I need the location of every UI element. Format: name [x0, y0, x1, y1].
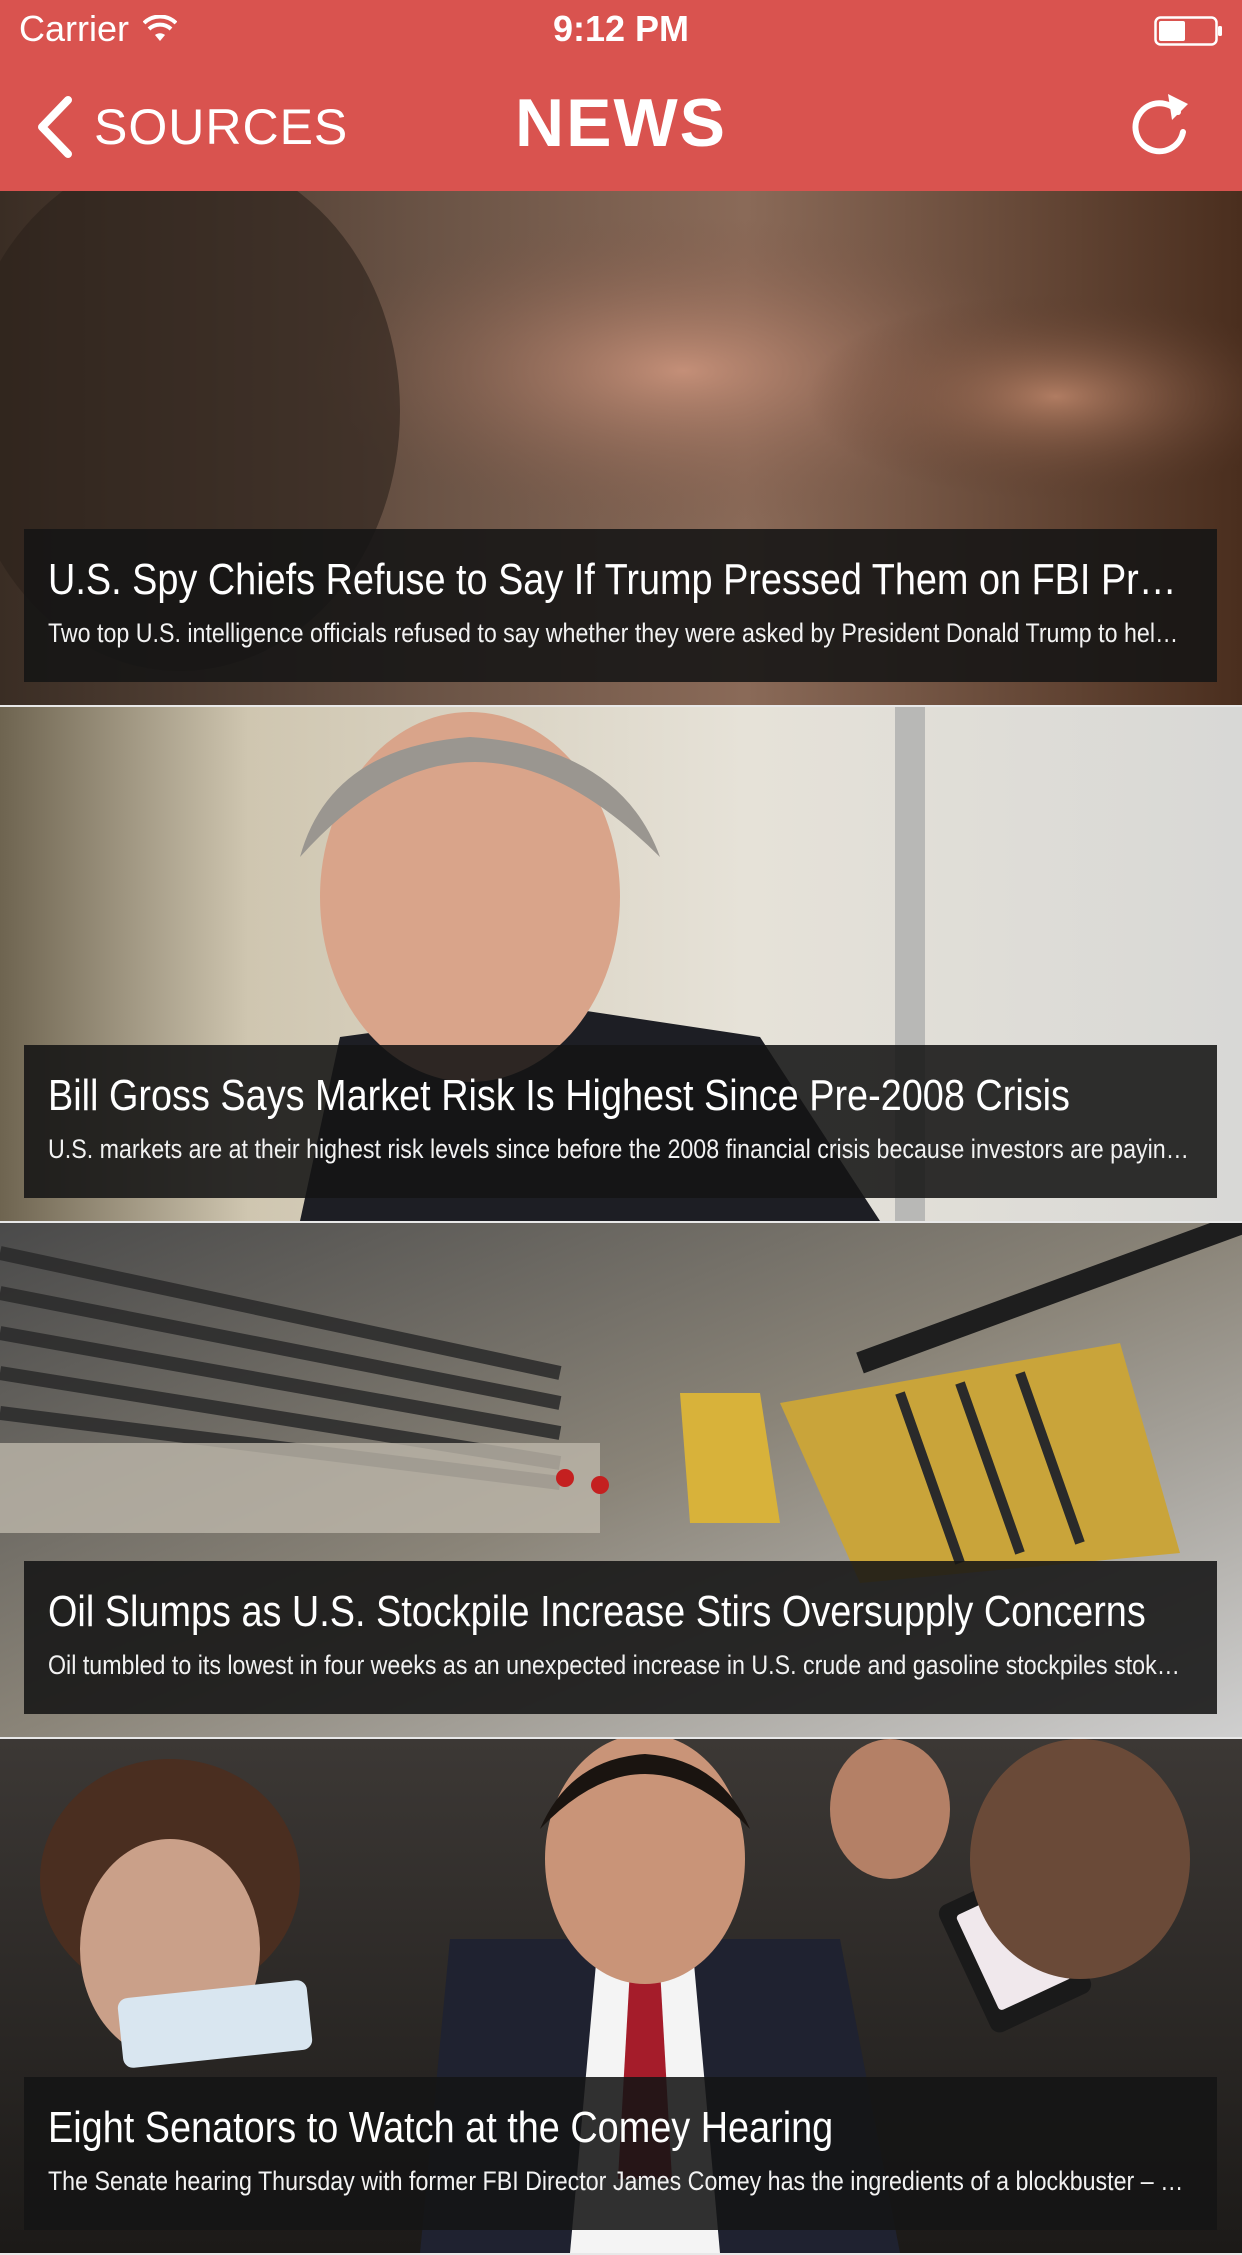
- article-card[interactable]: Eight Senators to Watch at the Comey Hea…: [0, 1739, 1242, 2255]
- article-caption: Eight Senators to Watch at the Comey Hea…: [24, 2077, 1217, 2230]
- article-card[interactable]: Oil Slumps as U.S. Stockpile Increase St…: [0, 1223, 1242, 1739]
- status-bar: Carrier 9:12 PM: [0, 0, 1242, 60]
- article-caption: U.S. Spy Chiefs Refuse to Say If Trump P…: [24, 529, 1217, 682]
- app-header: Carrier 9:12 PM SOURCES NEWS: [0, 0, 1242, 191]
- article-card[interactable]: Bill Gross Says Market Risk Is Highest S…: [0, 707, 1242, 1223]
- article-headline: Eight Senators to Watch at the Comey Hea…: [48, 2103, 834, 2152]
- article-summary: U.S. markets are at their highest risk l…: [48, 1134, 1191, 1164]
- battery-icon: [1154, 16, 1222, 46]
- refresh-icon[interactable]: [1126, 90, 1192, 160]
- news-feed: U.S. Spy Chiefs Refuse to Say If Trump P…: [0, 191, 1242, 2255]
- status-time: 9:12 PM: [552, 8, 690, 49]
- article-headline: U.S. Spy Chiefs Refuse to Say If Trump P…: [48, 555, 1191, 604]
- article-headline: Oil Slumps as U.S. Stockpile Increase St…: [48, 1587, 1146, 1636]
- article-summary: Two top U.S. intelligence officials refu…: [48, 618, 1191, 648]
- article-summary: Oil tumbled to its lowest in four weeks …: [48, 1650, 1191, 1680]
- article-caption: Bill Gross Says Market Risk Is Highest S…: [24, 1045, 1217, 1198]
- article-summary: The Senate hearing Thursday with former …: [48, 2166, 1191, 2196]
- article-caption: Oil Slumps as U.S. Stockpile Increase St…: [24, 1561, 1217, 1714]
- navigation-bar: SOURCES NEWS: [0, 60, 1242, 191]
- article-card[interactable]: U.S. Spy Chiefs Refuse to Say If Trump P…: [0, 191, 1242, 707]
- article-headline: Bill Gross Says Market Risk Is Highest S…: [48, 1071, 1070, 1120]
- page-title: NEWS: [515, 85, 727, 161]
